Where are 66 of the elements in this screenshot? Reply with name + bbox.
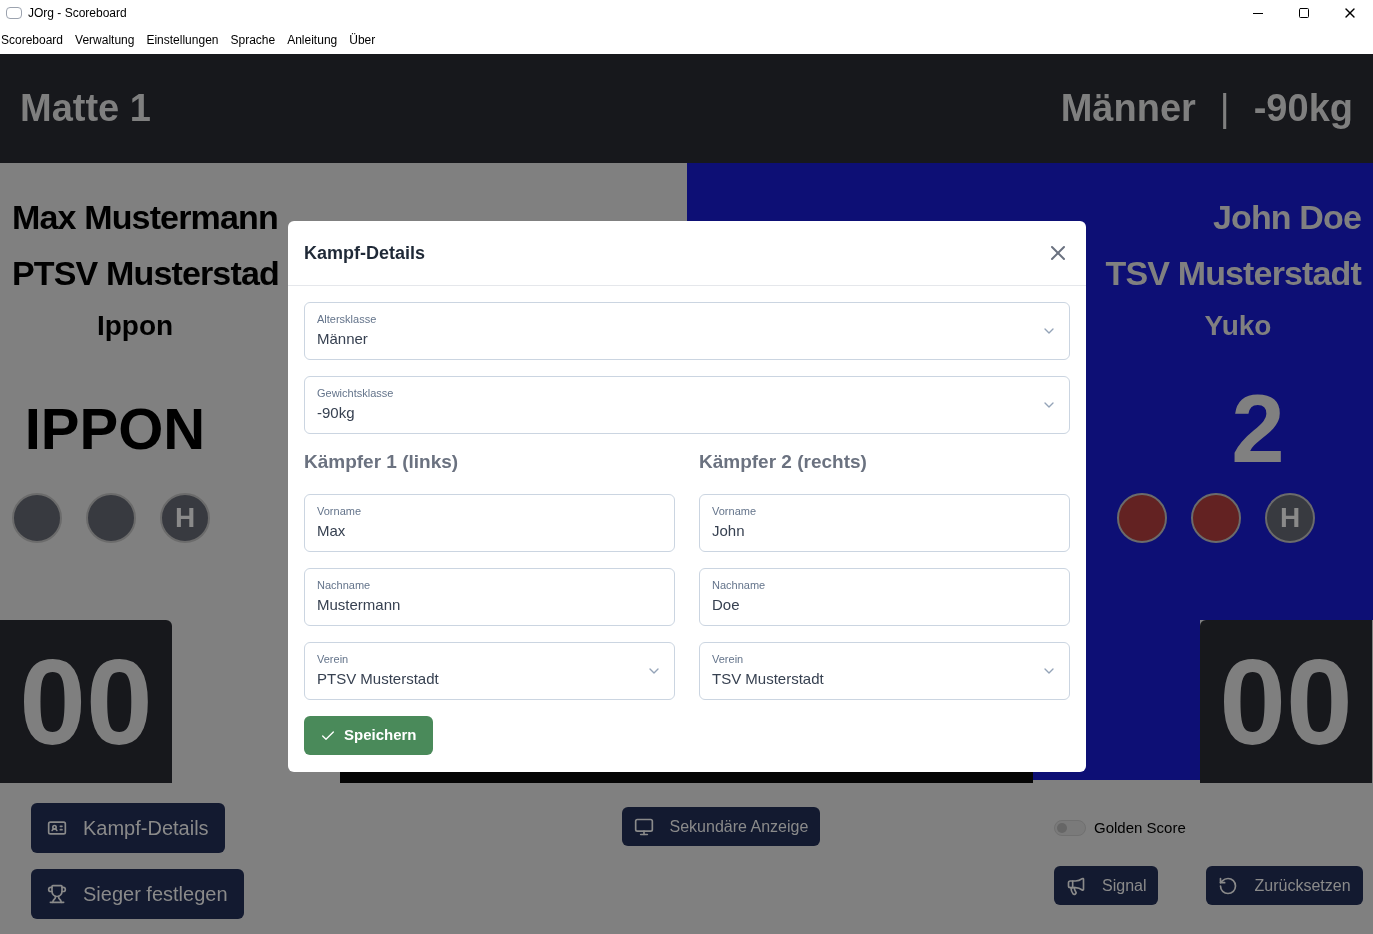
field-label: Vorname [317,504,363,519]
fighter-name: John Doe [1212,197,1361,238]
field-label: Altersklasse [317,312,378,327]
hansoku-indicator: H [1265,493,1315,543]
field-value: John [712,521,745,541]
field-value: -90kg [317,403,355,423]
field-value: Doe [712,595,740,615]
save-button[interactable]: Speichern [304,716,433,755]
score-label: Ippon [96,309,174,343]
score-digits: 00 [1219,641,1353,762]
menu-item[interactable]: Verwaltung [75,31,135,49]
app-icon [6,7,22,19]
monitor-icon [633,816,654,837]
input-field[interactable]: Nachname Doe [699,568,1070,626]
score-result: 2 [1231,389,1285,469]
field-label: Verein [712,652,745,667]
separator: | [1219,86,1230,131]
window-title: JOrg - Scoreboard [28,5,127,22]
section-heading: Kämpfer 1 (links) [304,450,460,474]
action-button[interactable]: Sieger festlegen [31,869,244,919]
score-digits: 00 [19,641,153,762]
hansoku-indicator: H [160,493,210,543]
trophy-icon [47,884,67,904]
action-button[interactable]: Kampf-Details [31,803,225,853]
menu-item[interactable]: Einstellungen [146,31,219,49]
action-button[interactable]: Sekundäre Anzeige [621,807,821,846]
dialog-title: Kampf-Details [304,241,426,265]
megaphone-icon [1066,875,1086,896]
input-field[interactable]: Nachname Mustermann [304,568,675,626]
field-value: Max [317,521,346,541]
fighter-club: TSV Musterstadt [1105,253,1361,294]
maximize-icon [1298,7,1310,19]
field-label: Nachname [317,578,372,593]
field-label: Verein [317,652,350,667]
input-field[interactable]: Vorname John [699,494,1070,552]
golden-score-toggle[interactable] [1054,820,1086,836]
golden-score-label: Golden Score [1094,817,1186,838]
action-button[interactable]: Signal [1054,866,1159,905]
select-field[interactable]: Gewichtsklasse -90kg [304,376,1070,434]
field-value: TSV Musterstadt [712,669,824,689]
fighter-club: PTSV Musterstad [12,253,279,294]
field-label: Gewichtsklasse [317,386,395,401]
menu-item[interactable]: Sprache [230,31,276,49]
field-label: Nachname [712,578,767,593]
id-card-icon [47,818,67,838]
select-field[interactable]: Altersklasse Männer [304,302,1070,360]
score-result: IPPON [24,395,206,463]
age-class: Männer [1060,86,1196,131]
reset-icon [1218,875,1239,896]
input-field[interactable]: Vorname Max [304,494,675,552]
mat-label: Matte 1 [20,86,151,131]
menu-item[interactable]: Über [349,31,376,49]
fighter-name: Max Mustermann [12,197,278,238]
weight-class: -90kg [1253,86,1353,131]
minimize-icon [1253,12,1263,14]
select-field[interactable]: Verein PTSV Musterstadt [304,642,675,700]
select-field[interactable]: Verein TSV Musterstadt [699,642,1070,700]
action-button[interactable]: Zurücksetzen [1206,866,1363,905]
menu-item[interactable]: Anleitung [287,31,338,49]
section-heading: Kämpfer 2 (rechts) [699,450,868,474]
field-value: Mustermann [317,595,401,615]
score-label: Yuko [1204,309,1272,343]
menu-item[interactable]: Scoreboard [1,31,64,49]
field-value: PTSV Musterstadt [317,669,439,689]
field-label: Vorname [712,504,758,519]
field-value: Männer [317,329,368,349]
